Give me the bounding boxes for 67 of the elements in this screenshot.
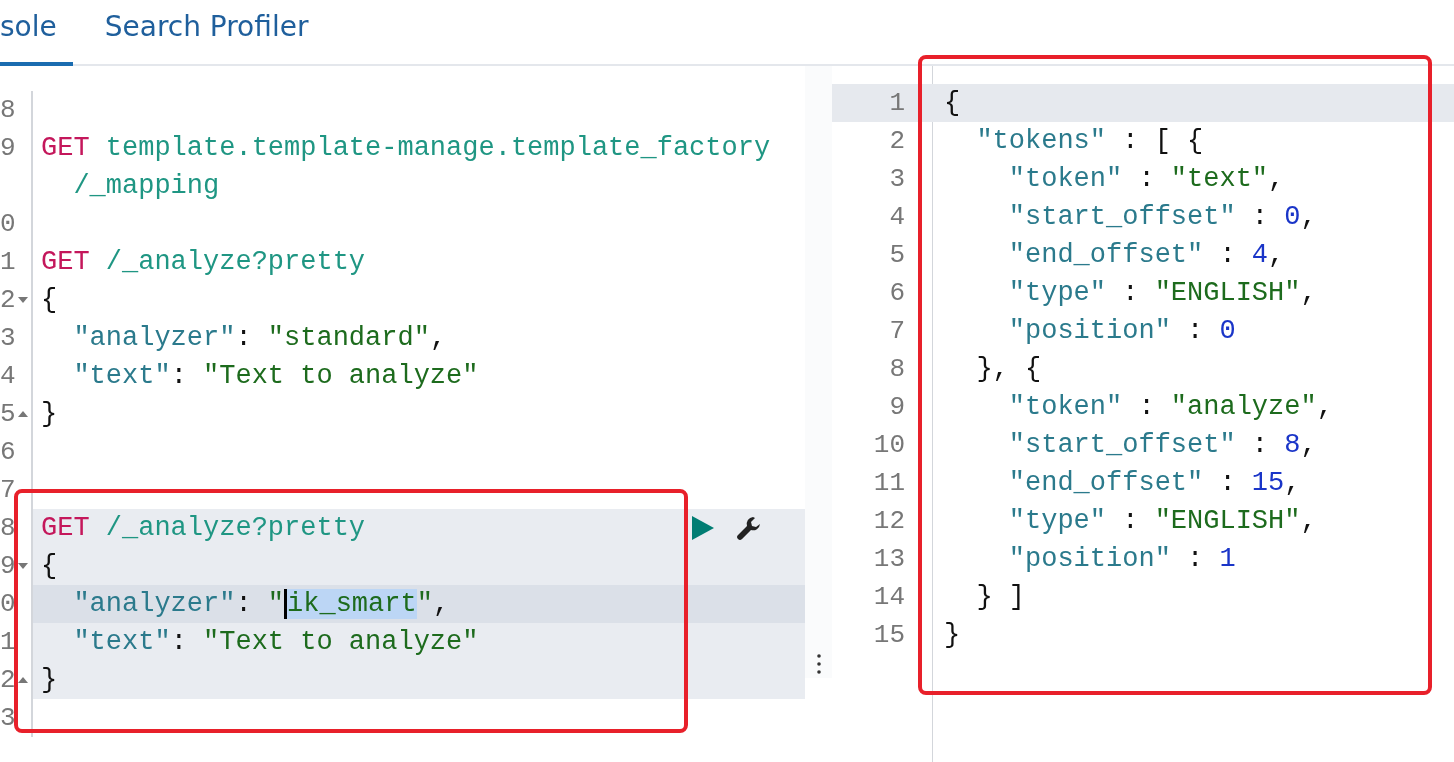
line-number: 6 bbox=[889, 278, 905, 308]
code-line: "analyzer": "standard", bbox=[72, 323, 447, 353]
code-line: } bbox=[41, 665, 58, 695]
code-line: "end_offset" : 4, bbox=[1007, 240, 1285, 270]
line-number: 9 bbox=[889, 392, 905, 422]
fold-icon[interactable] bbox=[18, 563, 28, 569]
line-number: 9 bbox=[0, 551, 16, 581]
line-number: 3 bbox=[0, 323, 16, 353]
line-number: 3 bbox=[889, 164, 905, 194]
code-line: "start_offset" : 0, bbox=[1007, 202, 1317, 232]
code-line: "analyzer": "ik_smart", bbox=[72, 589, 450, 619]
line-number: 8 bbox=[0, 95, 16, 125]
line-number: 6 bbox=[0, 437, 16, 467]
code-line: }, { bbox=[975, 354, 1042, 384]
code-line: "tokens" : [ { bbox=[975, 126, 1204, 156]
line-number: 4 bbox=[0, 361, 16, 391]
code-line: /_mapping bbox=[72, 171, 220, 201]
line-number: 13 bbox=[873, 544, 905, 574]
line-number: 14 bbox=[873, 582, 905, 612]
code-line: { bbox=[41, 551, 58, 581]
line-number: 15 bbox=[873, 620, 905, 650]
line-number: 8 bbox=[0, 513, 16, 543]
wrench-icon[interactable] bbox=[736, 515, 762, 541]
line-number: 7 bbox=[0, 475, 16, 505]
fold-icon[interactable] bbox=[18, 411, 28, 417]
code-line: { bbox=[944, 88, 961, 118]
resize-handle-icon[interactable] bbox=[816, 654, 821, 674]
code-line: GET /_analyze?pretty bbox=[41, 247, 366, 277]
line-number: 0 bbox=[0, 209, 16, 239]
line-number: 11 bbox=[873, 468, 905, 498]
code-line: "type" : "ENGLISH", bbox=[1007, 506, 1317, 536]
line-number: 1 bbox=[0, 627, 16, 657]
code-line: "text": "Text to analyze" bbox=[72, 361, 479, 391]
play-icon[interactable] bbox=[692, 516, 714, 540]
line-number: 10 bbox=[873, 430, 905, 460]
code-line: } bbox=[944, 620, 961, 650]
code-line: "position" : 1 bbox=[1007, 544, 1236, 574]
code-line: } bbox=[41, 399, 58, 429]
code-line: GET /_analyze?pretty bbox=[41, 513, 366, 543]
code-line: "type" : "ENGLISH", bbox=[1007, 278, 1317, 308]
code-line: "text": "Text to analyze" bbox=[72, 627, 479, 657]
line-number: 3 bbox=[0, 703, 16, 733]
line-number: 2 bbox=[0, 665, 16, 695]
fold-icon[interactable] bbox=[18, 297, 28, 303]
tab[interactable]: Search Profiler bbox=[72, 0, 325, 66]
line-number: 7 bbox=[889, 316, 905, 346]
line-number: 1 bbox=[0, 247, 16, 277]
line-number: 9 bbox=[0, 133, 16, 163]
code-line: "token" : "analyze", bbox=[1007, 392, 1333, 422]
line-number: 2 bbox=[889, 126, 905, 156]
line-number: 1 bbox=[889, 88, 905, 118]
code-line: GET template.template-manage.template_factory bbox=[41, 133, 771, 163]
line-number: 12 bbox=[873, 506, 905, 536]
code-line: "position" : 0 bbox=[1007, 316, 1236, 346]
line-number: 4 bbox=[889, 202, 905, 232]
line-number: 8 bbox=[889, 354, 905, 384]
code-line: "end_offset" : 15, bbox=[1007, 468, 1301, 498]
code-line: { bbox=[41, 285, 58, 315]
tab[interactable]: sole bbox=[0, 0, 73, 66]
code-line: } ] bbox=[975, 582, 1025, 612]
code-line: "token" : "text", bbox=[1007, 164, 1285, 194]
fold-icon[interactable] bbox=[18, 677, 28, 683]
code-line: "start_offset" : 8, bbox=[1007, 430, 1317, 460]
line-number: 5 bbox=[0, 399, 16, 429]
line-number: 2 bbox=[0, 285, 16, 315]
line-number: 0 bbox=[0, 589, 16, 619]
line-number: 5 bbox=[889, 240, 905, 270]
